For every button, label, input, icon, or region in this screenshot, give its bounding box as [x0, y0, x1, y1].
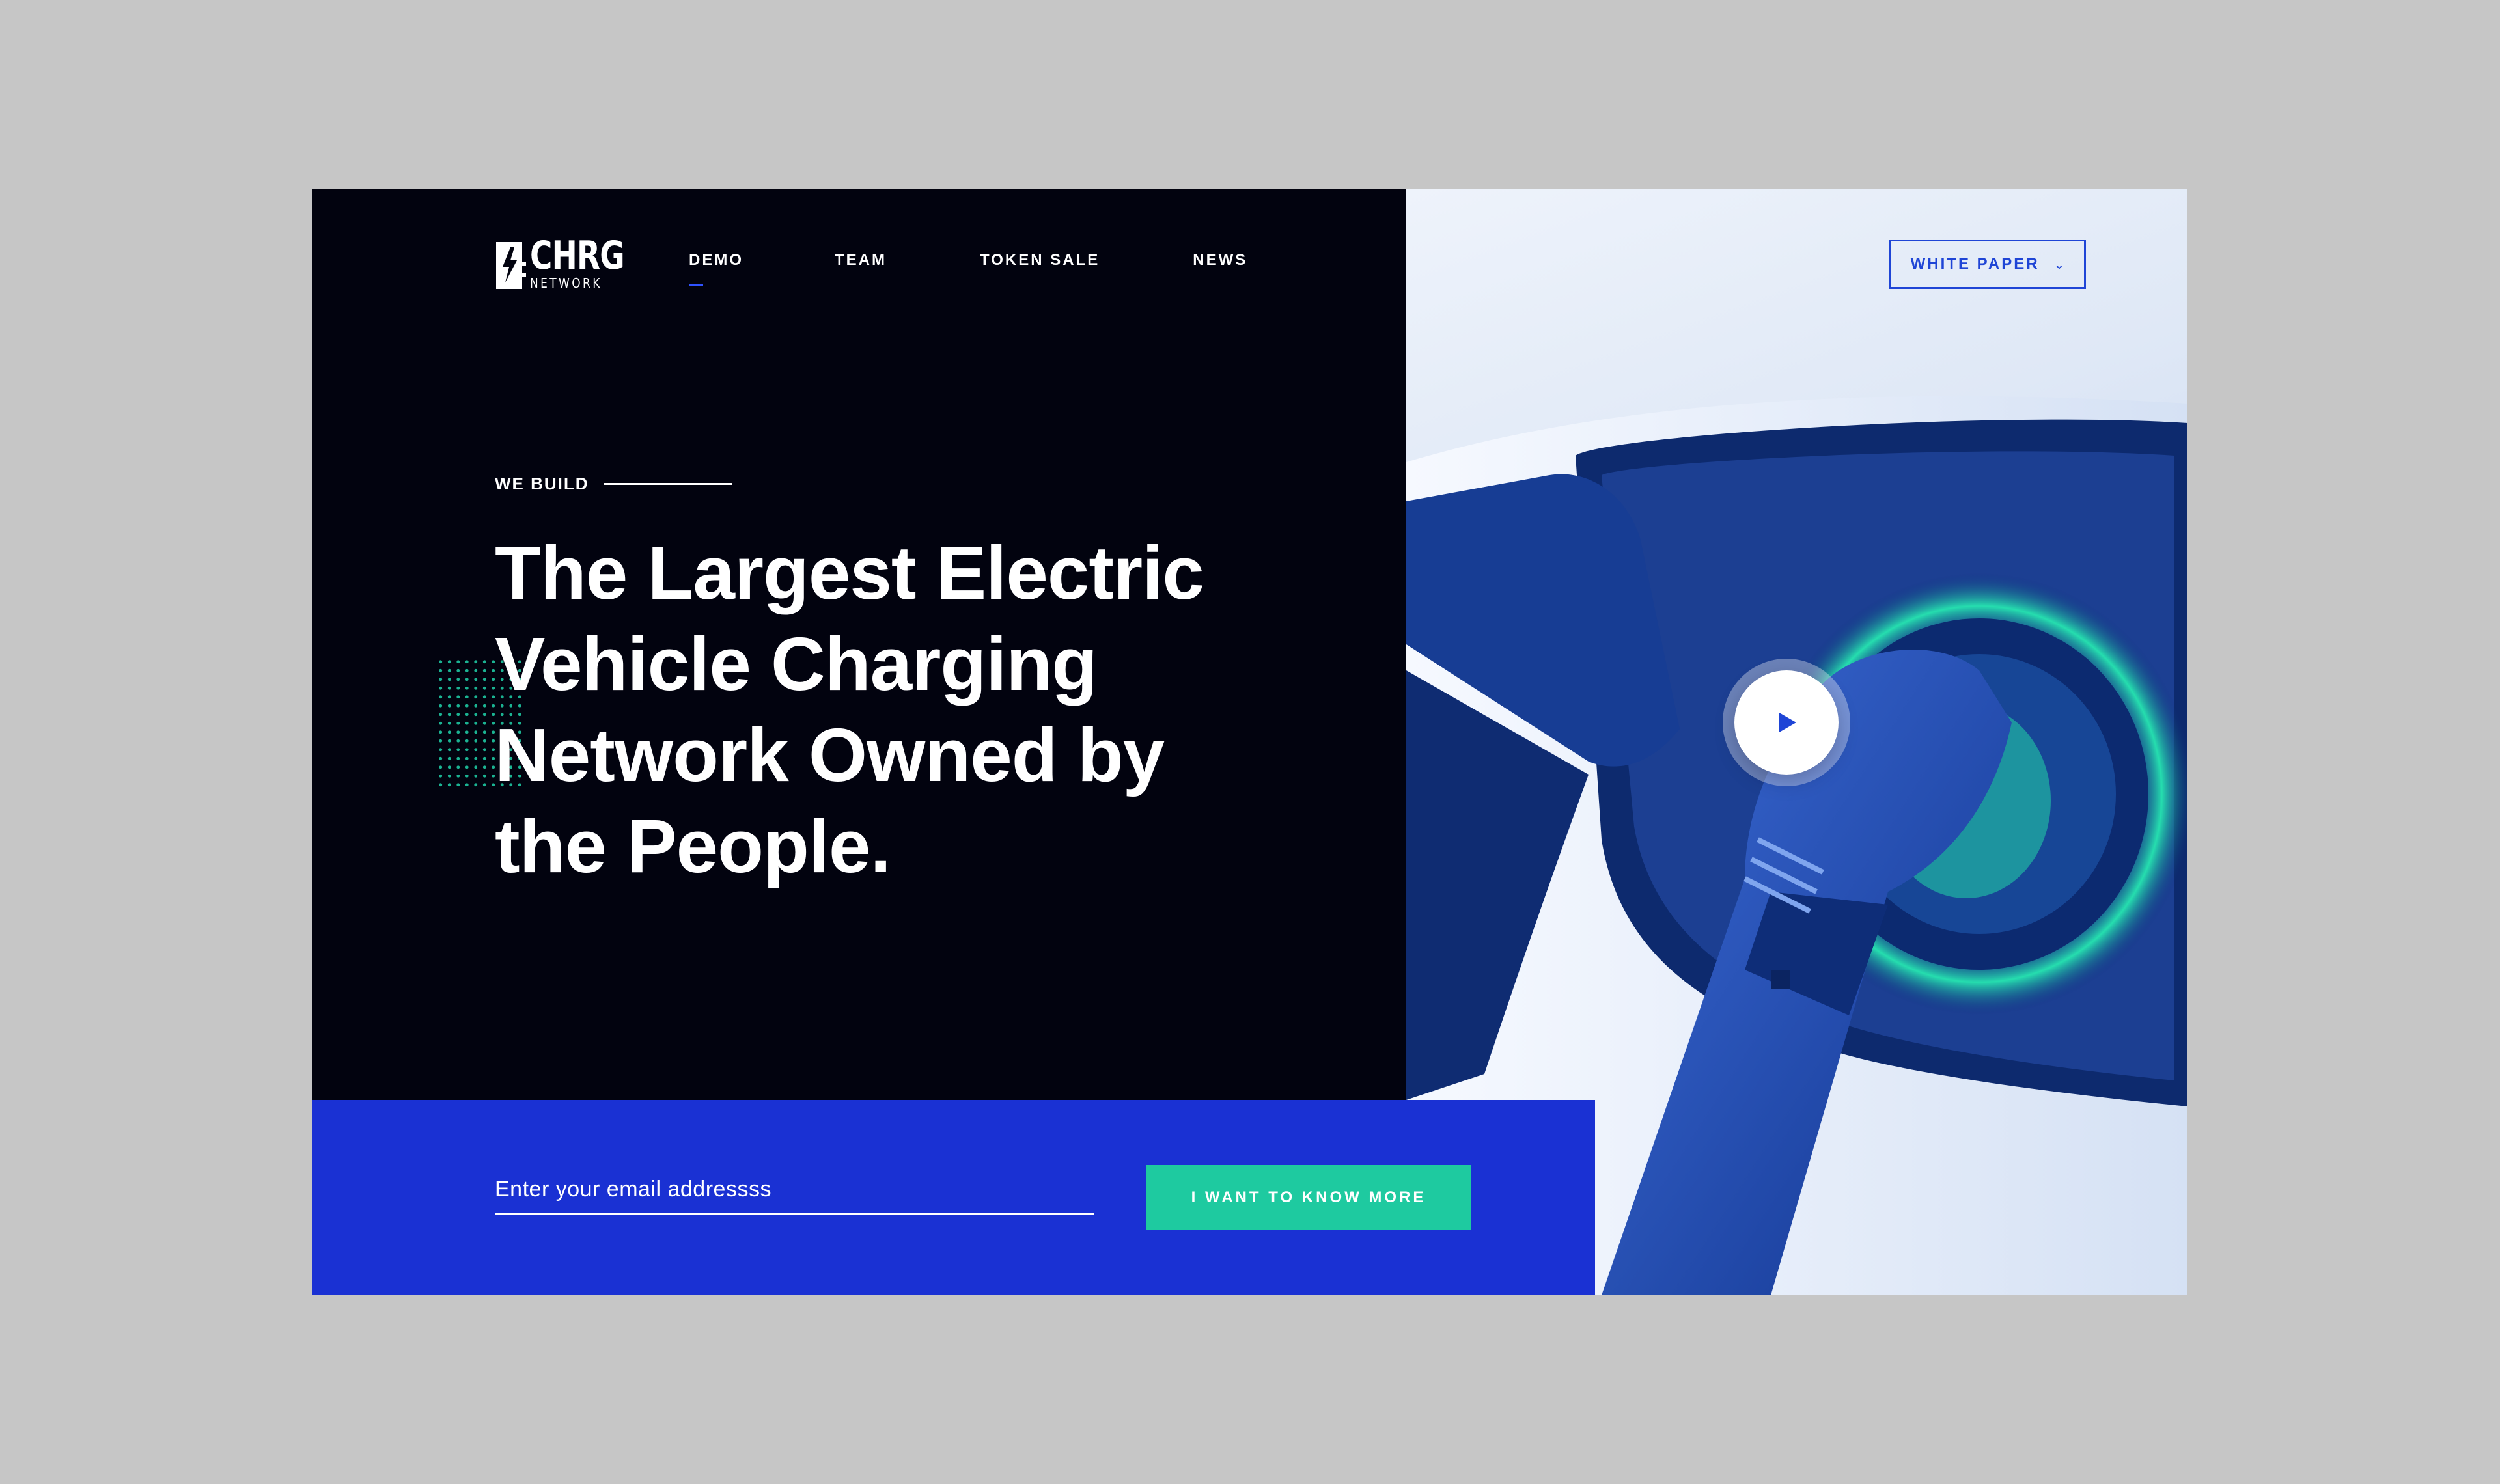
nav-item-label: TOKEN SALE: [980, 251, 1100, 269]
video-play-button[interactable]: [1723, 659, 1850, 786]
nav-item-team[interactable]: TEAM: [835, 251, 887, 269]
nav-item-token-sale[interactable]: TOKEN SALE: [980, 251, 1100, 269]
white-paper-button[interactable]: WHITE PAPER ⌄: [1889, 240, 2086, 289]
headline-line: Vehicle Charging: [495, 622, 1098, 706]
headline-line: The Largest Electric: [495, 530, 1204, 615]
know-more-button[interactable]: I WANT TO KNOW MORE: [1146, 1165, 1471, 1230]
headline-line: Network Owned by: [495, 713, 1165, 797]
active-indicator: [689, 284, 703, 286]
nav-item-label: DEMO: [689, 251, 743, 269]
landing-page: CHRG NETWORK DEMO TEAM TOKEN SALE NEWS W…: [312, 189, 2188, 1295]
headline-line: the People.: [495, 804, 891, 888]
kicker-text: WE BUILD: [495, 474, 589, 493]
nav-item-demo[interactable]: DEMO: [689, 251, 743, 286]
play-button-circle: [1734, 670, 1839, 775]
brand-wordmark: CHRG NETWORK: [530, 236, 651, 290]
brand-name: CHRG: [530, 233, 625, 279]
nav-item-news[interactable]: NEWS: [1193, 251, 1247, 269]
play-icon: [1779, 713, 1796, 732]
nav-item-label: TEAM: [835, 251, 887, 269]
main-nav: DEMO TEAM TOKEN SALE NEWS: [689, 251, 1247, 286]
hero-kicker: WE BUILD: [495, 474, 732, 494]
nav-item-label: NEWS: [1193, 251, 1248, 269]
know-more-label: I WANT TO KNOW MORE: [1191, 1189, 1426, 1206]
email-input[interactable]: [495, 1172, 1094, 1215]
white-paper-label: WHITE PAPER: [1910, 255, 2040, 273]
plug-bolt-icon: [496, 242, 526, 289]
brand-logo[interactable]: CHRG NETWORK: [495, 236, 651, 290]
kicker-divider: [603, 483, 732, 485]
chevron-down-icon: ⌄: [2053, 256, 2065, 272]
brand-subname: NETWORK: [530, 275, 602, 291]
hero-headline: The Largest Electric Vehicle Charging Ne…: [495, 527, 1309, 892]
